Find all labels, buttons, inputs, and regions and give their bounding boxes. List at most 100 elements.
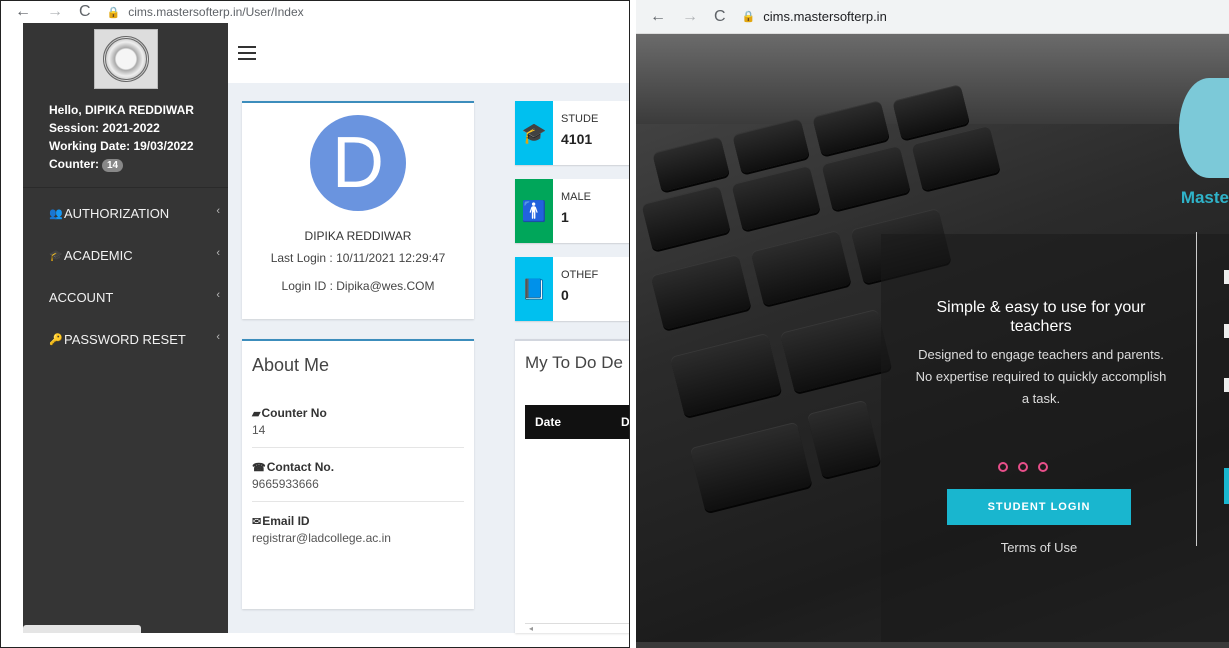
about-value: 9665933666	[252, 477, 319, 491]
sidebar-item-account[interactable]: ACCOUNT ‹	[23, 276, 228, 318]
browser-address-bar: ← → C 🔒 cims.mastersofterp.in	[636, 0, 1229, 34]
taskbar-strip	[636, 642, 1229, 648]
stat-value: 4101	[561, 131, 593, 147]
browser-address-bar: ← → C 🔒 cims.mastersofterp.in/User/Index	[1, 1, 629, 23]
scroll-left-icon[interactable]: ◂	[529, 624, 533, 633]
user-working-date: Working Date: 19/03/2022	[49, 139, 194, 153]
graduation-cap-icon: 🎓	[515, 101, 553, 165]
envelope-icon: ✉	[252, 516, 262, 528]
lock-icon: 🔒	[106, 6, 121, 19]
keyboard-key	[750, 229, 852, 307]
forward-icon[interactable]: →	[682, 8, 698, 25]
slide-caption: Simple & easy to use for your teachers D…	[911, 298, 1171, 410]
phone-icon: ☎	[252, 462, 266, 474]
college-logo	[93, 29, 158, 89]
lock-icon: 🔒	[741, 11, 756, 23]
stat-other[interactable]: 📘 OTHEF 0	[515, 257, 629, 321]
slide-overlay	[881, 234, 1229, 648]
user-counter: Counter: 14	[49, 155, 228, 173]
about-label: Counter No	[261, 406, 327, 420]
about-title: About Me	[252, 355, 330, 375]
sidebar-item-label: ACADEMIC	[64, 247, 133, 263]
keyboard-key	[689, 421, 813, 513]
stat-value: 0	[561, 287, 569, 303]
about-label: Contact No.	[266, 460, 335, 474]
login-window: ← → C 🔒 cims.mastersofterp.in Maste Simp…	[636, 0, 1229, 648]
back-icon[interactable]: ←	[15, 4, 31, 20]
sidebar-menu: 👥 AUTHORIZATION ‹ 🎓 ACADEMIC ‹ ACCOUNT ‹…	[23, 192, 228, 360]
slide-dot-2[interactable]	[1018, 462, 1028, 472]
counter-label: Counter:	[49, 157, 99, 171]
chevron-left-icon: ‹	[216, 289, 220, 301]
about-value: registrar@ladcollege.ac.in	[252, 531, 391, 545]
todo-card: My To Do De Date D ◂	[515, 339, 629, 633]
url-field[interactable]: cims.mastersofterp.in/User/Index	[128, 5, 303, 19]
sidebar-item-academic[interactable]: 🎓 ACADEMIC ‹	[23, 234, 228, 276]
hamburger-menu-icon[interactable]	[238, 46, 256, 60]
keyboard-key	[641, 185, 731, 251]
key-icon: 🔑	[49, 333, 63, 346]
keyboard-key	[650, 253, 752, 331]
dashboard-window: ← → C 🔒 cims.mastersofterp.in/User/Index…	[0, 0, 630, 648]
reload-icon[interactable]: C	[714, 8, 726, 25]
book-icon: 📘	[515, 257, 553, 321]
sidebar-item-password-reset[interactable]: 🔑 PASSWORD RESET ‹	[23, 318, 228, 360]
about-value: 14	[252, 423, 266, 437]
chevron-left-icon: ‹	[216, 331, 220, 343]
forward-icon[interactable]: →	[47, 4, 63, 20]
sidebar: Hello, DIPIKA REDDIWAR Session: 2021-202…	[23, 23, 228, 633]
brand-name: Maste	[1180, 188, 1229, 207]
book-icon: ▰	[252, 408, 261, 420]
male-icon: 🚹	[515, 179, 553, 243]
about-me-card: About Me ▰Counter No 14 ☎Contact No. 966…	[242, 339, 474, 609]
reload-icon[interactable]: C	[79, 4, 91, 20]
avatar: D	[310, 115, 406, 211]
user-info: Hello, DIPIKA REDDIWAR Session: 2021-202…	[23, 89, 228, 173]
stat-label: OTHEF	[561, 269, 599, 281]
divider-line	[1196, 232, 1197, 546]
about-email-id: ✉Email ID registrar@ladcollege.ac.in	[252, 502, 464, 555]
slide-dot-1[interactable]	[998, 462, 1008, 472]
keyboard-key	[911, 125, 1001, 191]
chevron-left-icon: ‹	[216, 247, 220, 259]
graduation-cap-icon: 🎓	[49, 249, 63, 262]
last-login: Last Login : 10/11/2021 12:29:47	[270, 251, 446, 265]
stat-label: MALE	[561, 191, 591, 203]
back-icon[interactable]: ←	[650, 8, 666, 25]
user-session: Session: 2021-2022	[49, 121, 160, 135]
sidebar-scrollbar[interactable]	[23, 625, 141, 633]
todo-title: My To Do De	[525, 353, 623, 372]
profile-card: D DIPIKA REDDIWAR Last Login : 10/11/202…	[242, 101, 474, 319]
counter-badge: 14	[102, 159, 124, 172]
sidebar-item-label: ACCOUNT	[49, 289, 114, 305]
user-plus-icon: 👥	[49, 207, 63, 220]
slide-title: Simple & easy to use for your teachers	[936, 299, 1146, 335]
slide-indicators	[998, 462, 1048, 472]
user-greeting: Hello, DIPIKA REDDIWAR	[49, 103, 194, 117]
col-date: Date	[535, 415, 562, 429]
sidebar-divider	[23, 187, 228, 188]
login-id: Login ID : Dipika@wes.COM	[281, 279, 435, 293]
about-counter-no: ▰Counter No 14	[252, 394, 464, 448]
url-field[interactable]: cims.mastersofterp.in	[763, 9, 887, 24]
todo-table-header: Date D	[525, 405, 629, 439]
keyboard-key	[669, 332, 783, 418]
stat-students[interactable]: 🎓 STUDE 4101	[515, 101, 629, 165]
brand-cloud-logo	[1179, 78, 1229, 178]
terms-of-use-link[interactable]: Terms of Use	[947, 540, 1131, 555]
sidebar-item-authorization[interactable]: 👥 AUTHORIZATION ‹	[23, 192, 228, 234]
keyboard-key	[779, 308, 893, 394]
top-navbar	[228, 23, 629, 83]
slide-dot-3[interactable]	[1038, 462, 1048, 472]
stat-value: 1	[561, 209, 569, 225]
cropped-button[interactable]	[1224, 468, 1229, 504]
student-login-button[interactable]: STUDENT LOGIN	[947, 489, 1131, 525]
main-content: D DIPIKA REDDIWAR Last Login : 10/11/202…	[228, 23, 629, 633]
profile-name: DIPIKA REDDIWAR	[304, 229, 412, 243]
slide-description: Designed to engage teachers and parents.…	[915, 347, 1167, 406]
stat-male[interactable]: 🚹 MALE 1	[515, 179, 629, 243]
about-label: Email ID	[262, 514, 310, 528]
horizontal-scrollbar[interactable]: ◂	[525, 623, 629, 633]
about-contact-no: ☎Contact No. 9665933666	[252, 448, 464, 502]
stat-label: STUDE	[561, 113, 599, 125]
